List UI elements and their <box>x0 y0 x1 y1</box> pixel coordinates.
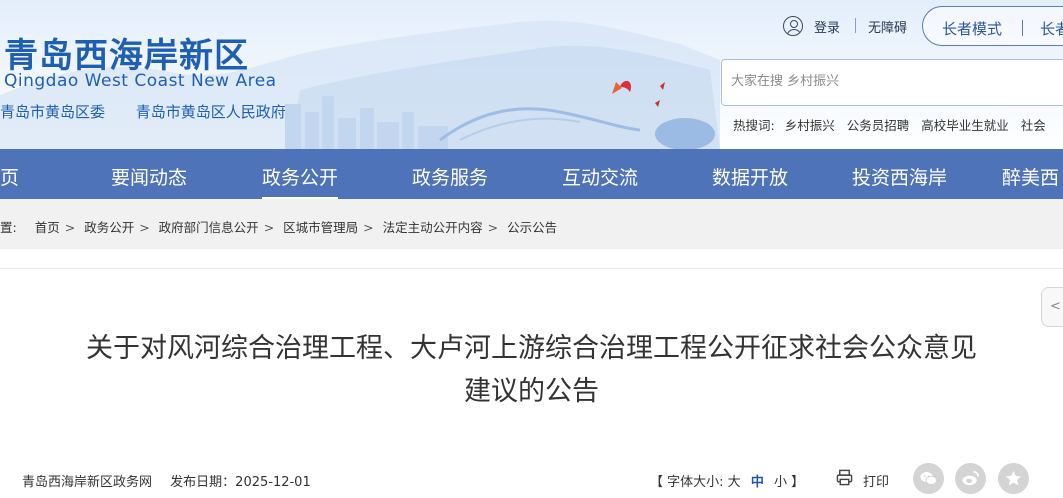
breadcrumb: 置: 首页 > 政务公开 > 政府部门信息公开 > 区城市管理局 > 法定主动公开内容 >… <box>0 199 1063 249</box>
wechat-icon <box>920 472 938 486</box>
site-header: 青岛西海岸新区 Qingdao West Coast New Area 青岛市黄… <box>0 0 1063 149</box>
mode-switch: 长者模式 长者 <box>922 6 1063 46</box>
share-wechat-button[interactable] <box>913 463 944 494</box>
chevron-right-icon: > <box>263 220 275 235</box>
mode-divider <box>1022 20 1023 36</box>
font-size-bracket: 】 <box>786 475 805 490</box>
font-size-medium[interactable]: 中 <box>751 475 764 490</box>
publish-date: 2025-12-01 <box>235 475 311 490</box>
site-title-english: Qingdao West Coast New Area <box>4 71 277 91</box>
nav-item-invest[interactable]: 投资西海岸 <box>852 163 947 190</box>
nav-item-news[interactable]: 要闻动态 <box>111 163 187 190</box>
share-weibo-button[interactable] <box>955 463 986 494</box>
site-sub-links: 青岛市黄岛区委 青岛市黄岛区人民政府 <box>0 101 312 122</box>
font-size-small[interactable]: 小 <box>774 475 787 490</box>
font-size-control: 【 字体大小: 大 中 小 】 <box>650 471 804 490</box>
print-button[interactable]: 打印 <box>863 471 889 490</box>
nav-item-beautiful[interactable]: 醉美西 <box>1002 163 1059 190</box>
content-divider <box>0 268 1063 269</box>
article-title: 关于对风河综合治理工程、大卢河上游综合治理工程公开征求社会公众意见 建议的公告 <box>20 327 1043 413</box>
chevron-left-icon: < <box>1050 299 1061 314</box>
chevron-right-icon: > <box>139 220 150 235</box>
login-link[interactable]: 登录 <box>814 17 840 36</box>
user-icon[interactable] <box>783 16 803 36</box>
article-meta: 青岛西海岸新区政务网 发布日期：2025-12-01 <box>22 471 311 490</box>
publish-date-label: 发布日期： <box>170 475 236 490</box>
breadcrumb-label: 置: <box>0 220 17 235</box>
share-panel-toggle[interactable]: < <box>1041 287 1063 327</box>
nav-item-gov-services[interactable]: 政务服务 <box>412 163 488 190</box>
hot-search-term[interactable]: 公务员招聘 <box>847 118 910 133</box>
breadcrumb-item[interactable]: 政府部门信息公开 <box>159 220 259 235</box>
accessibility-link[interactable]: 无障碍 <box>868 17 907 36</box>
government-link[interactable]: 青岛市黄岛区人民政府 <box>136 103 286 121</box>
chevron-right-icon: > <box>64 220 76 235</box>
weibo-icon <box>962 470 979 486</box>
elder-mode-button-secondary[interactable]: 长者 <box>1040 18 1063 39</box>
article-source: 青岛西海岸新区政务网 <box>22 475 153 490</box>
hot-search-term[interactable]: 高校毕业生就业 <box>921 118 1009 133</box>
favorite-button[interactable] <box>998 463 1029 494</box>
nav-item-home[interactable]: 页 <box>0 163 19 190</box>
article-title-line: 关于对风河综合治理工程、大卢河上游综合治理工程公开征求社会公众意见 <box>86 333 977 364</box>
party-committee-link[interactable]: 青岛市黄岛区委 <box>0 103 105 121</box>
elder-mode-button[interactable]: 长者模式 <box>942 18 1002 39</box>
hot-search-term[interactable]: 社会 <box>1021 118 1046 133</box>
nav-item-open-data[interactable]: 数据开放 <box>712 163 788 190</box>
hot-search-label: 热搜词: <box>733 118 775 133</box>
article-title-line: 建议的公告 <box>464 376 599 407</box>
nav-item-interaction[interactable]: 互动交流 <box>562 163 638 190</box>
chevron-right-icon: > <box>487 220 499 235</box>
print-icon[interactable] <box>836 469 853 486</box>
breadcrumb-item[interactable]: 法定主动公开内容 <box>383 220 483 235</box>
breadcrumb-item[interactable]: 区城市管理局 <box>283 220 358 235</box>
hot-search-term[interactable]: 乡村振兴 <box>785 118 835 133</box>
hot-search-row: 热搜词: 乡村振兴 公务员招聘 高校毕业生就业 社会 <box>733 115 1054 134</box>
site-title[interactable]: 青岛西海岸新区 <box>4 28 249 77</box>
breadcrumb-item[interactable]: 政务公开 <box>84 220 134 235</box>
chevron-right-icon: > <box>363 220 374 235</box>
search-box <box>721 59 1063 106</box>
star-icon <box>1005 470 1022 486</box>
main-nav: 页 要闻动态 政务公开 政务服务 互动交流 数据开放 投资西海岸 醉美西 <box>0 149 1063 199</box>
font-size-large[interactable]: 大 <box>728 475 741 490</box>
nav-item-gov-affairs-public[interactable]: 政务公开 <box>262 163 339 199</box>
breadcrumb-item[interactable]: 首页 <box>35 220 60 235</box>
breadcrumb-item[interactable]: 公示公告 <box>507 220 557 235</box>
search-input[interactable] <box>731 74 1051 89</box>
top-link-divider <box>855 18 856 33</box>
font-size-label: 【 字体大小: <box>650 475 728 490</box>
